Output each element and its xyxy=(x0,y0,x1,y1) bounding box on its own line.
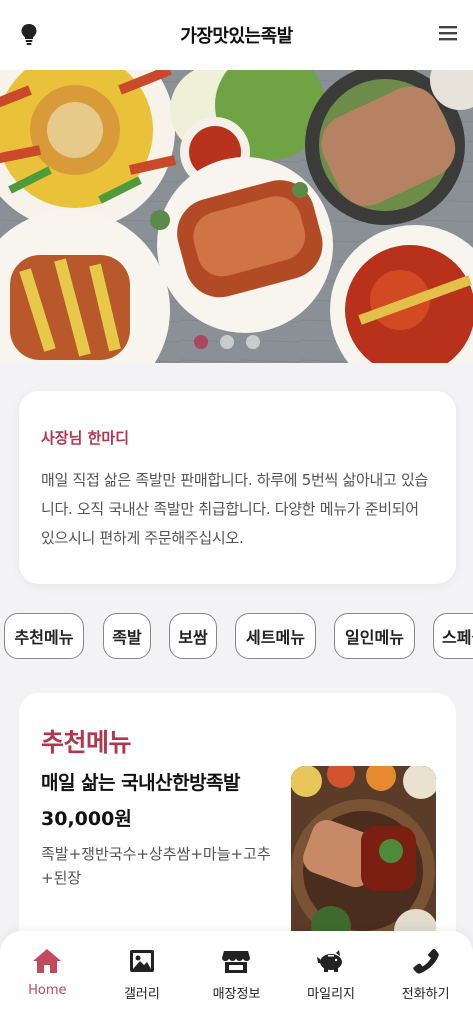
carousel-dot[interactable] xyxy=(193,335,208,349)
nav-item-call[interactable]: 전화하기 xyxy=(381,947,471,1002)
hero-banner[interactable] xyxy=(0,70,473,363)
carousel-indicators xyxy=(0,335,473,349)
nav-item-label: 갤러리 xyxy=(123,987,160,1002)
owner-message-heading: 사장님 한마디 xyxy=(41,429,130,447)
owner-message-card: 사장님 한마디 매일 직접 삶은 족발만 판매합니다. 하루에 5번씩 삶아내고… xyxy=(19,391,456,584)
category-chip-jokbal[interactable]: 족발 xyxy=(103,613,151,659)
category-chip-recommended[interactable]: 추천메뉴 xyxy=(4,613,84,659)
hero-food-image xyxy=(0,70,473,363)
section-title: 추천메뉴 xyxy=(41,728,132,757)
app-header: 가장맛있는족발 xyxy=(0,0,473,70)
nav-item-label: 마일리지 xyxy=(307,987,355,1002)
owner-message-body: 매일 직접 삶은 족발만 판매합니다. 하루에 5번씩 삶아내고 있습니다. 오… xyxy=(41,471,428,547)
app-title: 가장맛있는족발 xyxy=(180,26,293,47)
menu-item-photo[interactable] xyxy=(291,766,436,951)
category-chip-bossam[interactable]: 보쌈 xyxy=(169,613,217,659)
category-chip-single-menu[interactable]: 일인메뉴 xyxy=(334,613,415,659)
menu-item-description: 족발+쟁반국수+상추쌈+마늘+고추+된장 xyxy=(41,845,271,887)
bottom-navigation: Home 갤러리 매장정보 마일리지 전화하기 xyxy=(0,931,473,1015)
nav-item-label: Home xyxy=(28,983,67,998)
category-chip-set-menu[interactable]: 세트메뉴 xyxy=(235,613,316,659)
nav-item-label: 매장정보 xyxy=(212,987,261,1002)
nav-item-mileage[interactable]: 마일리지 xyxy=(286,947,376,1002)
store-icon xyxy=(222,951,251,973)
carousel-dot[interactable] xyxy=(219,335,234,349)
home-icon xyxy=(33,949,62,973)
menu-item-price: 30,000원 xyxy=(41,808,132,830)
lightbulb-icon[interactable] xyxy=(18,22,40,46)
nav-item-label: 전화하기 xyxy=(401,987,450,1002)
image-icon xyxy=(129,950,154,972)
nav-item-gallery[interactable]: 갤러리 xyxy=(97,947,187,1002)
category-chip-special[interactable]: 스페셜 xyxy=(433,613,473,659)
hamburger-menu-icon[interactable] xyxy=(439,24,457,42)
carousel-dot[interactable] xyxy=(245,335,260,349)
nav-item-store-info[interactable]: 매장정보 xyxy=(191,947,281,1002)
menu-item-name: 매일 삶는 국내산한방족발 xyxy=(41,772,241,794)
category-chip-bar[interactable]: 추천메뉴 족발 보쌈 세트메뉴 일인메뉴 스페셜 xyxy=(4,613,473,661)
nav-item-home[interactable]: Home xyxy=(2,947,92,998)
phone-icon xyxy=(412,949,439,974)
piggy-bank-icon xyxy=(317,950,343,972)
recommended-menu-card[interactable]: 추천메뉴 매일 삶는 국내산한방족발 30,000원 족발+쟁반국수+상추쌈+마… xyxy=(19,693,456,953)
